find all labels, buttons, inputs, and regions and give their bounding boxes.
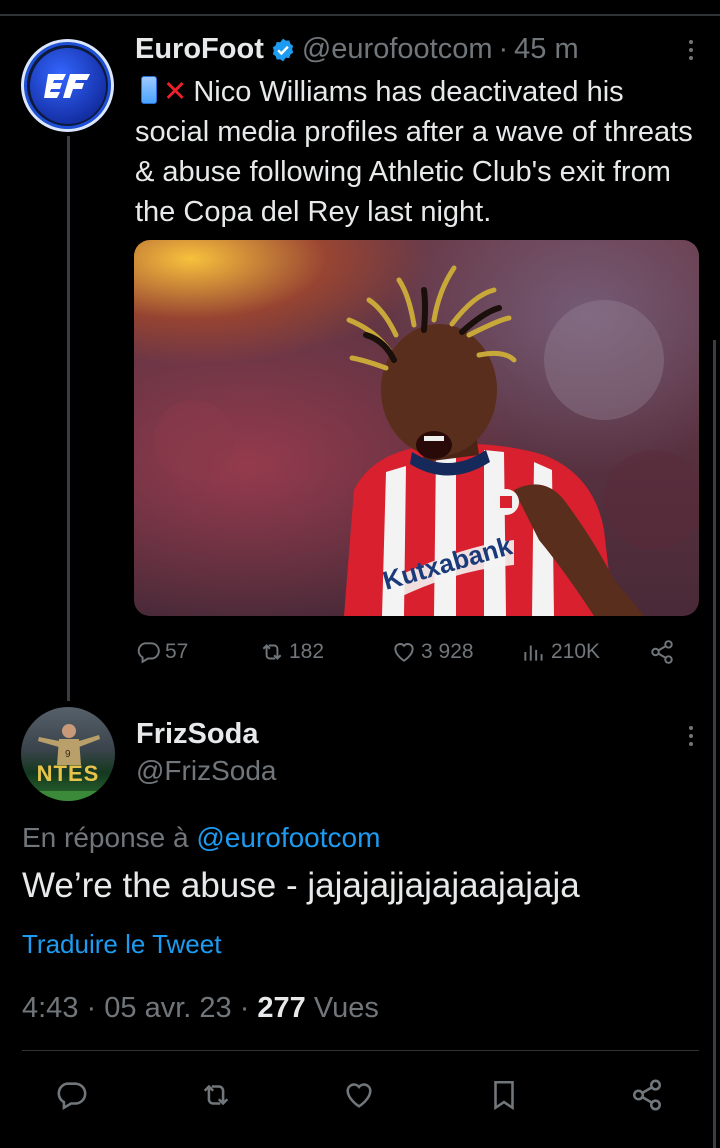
retweet-button[interactable]: 182 [259, 639, 324, 665]
views-chart-icon [524, 645, 543, 661]
bookmark-button[interactable] [484, 1075, 524, 1115]
main-tweet-header: EuroFoot @eurofootcom · 45 m [135, 33, 579, 66]
reply-tweet-text: We’re the abuse - jajajajjajajaajajaja [22, 866, 580, 905]
views-count: 210K [551, 640, 601, 663]
retweet-icon [262, 644, 282, 660]
like-count: 3 928 [421, 640, 474, 663]
eurofoot-logo-icon [43, 73, 90, 98]
like-button[interactable]: 3 928 [391, 639, 474, 665]
top-divider [0, 14, 720, 16]
more-options-icon[interactable] [688, 726, 694, 746]
frizsoda-avatar[interactable]: 9 NTES [21, 707, 115, 801]
reply-to-handle-link[interactable]: @eurofootcom [196, 822, 380, 853]
svg-text:9: 9 [65, 749, 71, 760]
retweet-button[interactable] [196, 1075, 236, 1115]
main-tweet-text: ✕ Nico Williams has deactivated his socia… [135, 72, 705, 232]
reply-date[interactable]: 05 avr. 23 [104, 992, 231, 1024]
tweet-media-photo[interactable]: Kutxabank [134, 240, 699, 616]
meta-separator: · [239, 992, 250, 1024]
more-options-icon[interactable] [688, 40, 694, 60]
share-icon [632, 1079, 662, 1111]
reply-views-label: Vues [313, 992, 379, 1024]
reply-prefix: En réponse à [22, 822, 189, 853]
actions-divider [22, 1050, 699, 1051]
avatar-banner-text: NTES [36, 761, 100, 786]
views-button[interactable]: 210K [521, 639, 600, 665]
share-button[interactable] [627, 1075, 667, 1115]
retweet-count: 182 [289, 640, 325, 663]
reply-to-line: En réponse à @eurofootcom [22, 822, 380, 854]
share-icon [651, 640, 673, 664]
main-tweet-body: Nico Williams has deactivated his social… [135, 76, 693, 228]
meta-separator: · [86, 992, 97, 1024]
author-name[interactable]: EuroFoot [135, 33, 264, 66]
reply-button[interactable] [51, 1075, 91, 1115]
reply-author-name[interactable]: FrizSoda [136, 718, 258, 751]
tweet-time[interactable]: 45 m [514, 33, 578, 66]
thread-connector-line [67, 136, 70, 701]
bookmark-icon [494, 1080, 514, 1111]
reply-author-handle[interactable]: @FrizSoda [136, 755, 276, 787]
reply-icon [137, 642, 160, 664]
retweet-icon [203, 1084, 229, 1106]
eurofoot-avatar[interactable] [21, 39, 114, 132]
verified-badge-icon [270, 37, 296, 63]
reply-count: 57 [165, 640, 189, 663]
header-separator: · [498, 33, 509, 65]
scrollbar[interactable] [713, 340, 716, 1148]
main-tweet-actions: 57 182 3 928 210K [135, 636, 680, 668]
heart-icon [346, 1083, 372, 1108]
reply-button[interactable]: 57 [135, 639, 188, 665]
author-handle[interactable]: @eurofootcom [302, 33, 493, 66]
like-button[interactable] [339, 1075, 379, 1115]
translate-tweet-link[interactable]: Traduire le Tweet [22, 929, 221, 960]
mobile-phone-emoji-icon [141, 76, 157, 104]
cross-mark-emoji-icon: ✕ [163, 76, 188, 108]
reply-time[interactable]: 4:43 [22, 992, 78, 1024]
reply-views-count: 277 [257, 992, 306, 1024]
reply-meta: 4:43 · 05 avr. 23 · 277 Vues [22, 992, 379, 1025]
share-button[interactable] [649, 639, 675, 665]
reply-icon [57, 1082, 87, 1111]
heart-icon [394, 643, 414, 662]
reply-tweet-actions [0, 1075, 720, 1115]
